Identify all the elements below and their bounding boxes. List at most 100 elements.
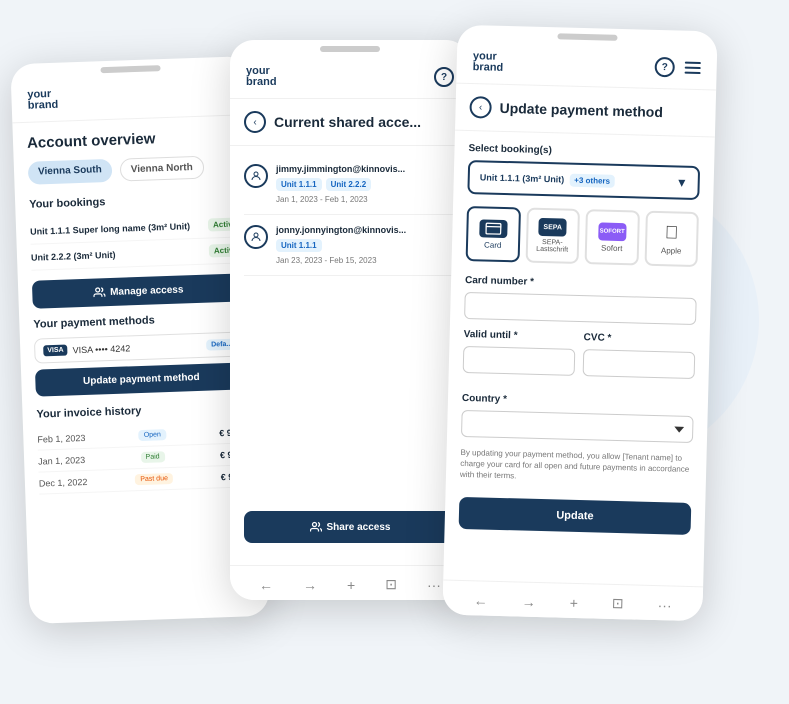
bookings-label: Your bookings xyxy=(29,191,241,210)
payment-option-sofort[interactable]: SOFORT Sofort xyxy=(585,209,640,265)
brand-logo: your brand xyxy=(27,89,58,112)
dropdown-chevron-icon: ▼ xyxy=(676,175,688,189)
card-label: Card xyxy=(484,240,502,249)
booking-select-dropdown[interactable]: Unit 1.1.1 (3m² Unit) +3 others ▼ xyxy=(467,160,700,200)
phone3-header: your brand ? xyxy=(456,37,717,91)
visa-icon: VISA xyxy=(43,345,68,357)
valid-until-label: Valid until * xyxy=(464,329,576,343)
access-units-1: Unit 1.1.1 Unit 2.2.2 xyxy=(276,178,456,191)
invoice-section: Your invoice history Feb 1, 2023 Open € … xyxy=(36,401,251,494)
card-svg xyxy=(485,222,501,234)
access-units-2: Unit 1.1.1 xyxy=(276,239,456,252)
location-tab-vienna-north[interactable]: Vienna North xyxy=(119,156,204,182)
manage-icon xyxy=(93,286,105,298)
payment-option-sepa[interactable]: SEPA SEPA-Lastschrift xyxy=(525,208,580,264)
brand-line2-2: brand xyxy=(246,77,277,88)
apple-icon:  xyxy=(665,222,679,243)
nav-more-3[interactable]: ··· xyxy=(657,597,671,613)
invoice-status-3: Past due xyxy=(135,473,173,485)
help-icon-3[interactable]: ? xyxy=(654,57,675,78)
nav-forward-3[interactable]: → xyxy=(522,593,536,609)
phone-update-payment: your brand ? ‹ Update payment method Se xyxy=(442,25,717,622)
share-access-button[interactable]: Share access xyxy=(244,511,456,543)
payment-methods-grid: Card SEPA SEPA-Lastschrift SOFORT Sofort xyxy=(466,206,699,267)
access-list: jimmy.jimmington@kinnovis... Unit 1.1.1 … xyxy=(230,146,470,284)
booking-name-1: Unit 1.1.1 Super long name (3m² Unit) xyxy=(30,220,208,236)
unit-tag-1-2: Unit 2.2.2 xyxy=(326,178,372,191)
access-info-1: jimmy.jimmington@kinnovis... Unit 1.1.1 … xyxy=(276,164,456,204)
nav-more-2[interactable]: ··· xyxy=(427,577,441,593)
brand-line2: brand xyxy=(28,100,59,112)
location-tab-vienna-south[interactable]: Vienna South xyxy=(28,159,112,185)
phone1-header: your brand xyxy=(11,68,252,123)
nav-add-3[interactable]: + xyxy=(570,594,579,610)
booking-name-2: Unit 2.2.2 (3m² Unit) xyxy=(31,246,209,262)
apple-label: Apple xyxy=(661,246,682,256)
payment-section: Your payment methods VISA VISA •••• 4242… xyxy=(33,311,248,396)
nav-tab-2[interactable]: ⊡ xyxy=(385,576,397,593)
nav-back-3[interactable]: ← xyxy=(474,592,488,608)
country-group: Country * xyxy=(461,393,694,443)
access-title: Current shared acce... xyxy=(274,114,421,130)
sepa-label: SEPA-Lastschrift xyxy=(531,239,573,254)
hamburger-menu[interactable] xyxy=(685,62,701,74)
visa-info: VISA VISA •••• 4242 xyxy=(43,342,130,356)
phone3-browser-nav: ← → + ⊡ ··· xyxy=(442,580,703,622)
avatar-icon-2 xyxy=(250,231,262,243)
manage-access-button[interactable]: Manage access xyxy=(32,273,245,308)
payment-option-apple[interactable]:  Apple xyxy=(644,211,699,267)
access-item-1: jimmy.jimmington@kinnovis... Unit 1.1.1 … xyxy=(244,154,456,215)
payment-methods-label: Your payment methods xyxy=(33,311,245,330)
others-badge: +3 others xyxy=(569,173,615,187)
country-select[interactable] xyxy=(461,410,694,443)
valid-until-input[interactable] xyxy=(463,346,576,376)
selected-booking-text: Unit 1.1.1 (3m² Unit) xyxy=(480,172,565,184)
payment-form: Select booking(s) Unit 1.1.1 (3m² Unit) … xyxy=(444,131,715,547)
avatar-icon-1 xyxy=(250,170,262,182)
access-email-1: jimmy.jimmington@kinnovis... xyxy=(276,164,456,174)
phone2-header-icons: ? xyxy=(434,67,454,87)
phone-shared-access: your brand ? ‹ Current shared acce... xyxy=(230,40,470,600)
card-number-input[interactable] xyxy=(464,292,697,325)
disclaimer-text: By updating your payment method, you all… xyxy=(460,447,693,487)
phone2-header: your brand ? xyxy=(230,52,470,99)
access-item-2: jonny.jonnyington@kinnovis... Unit 1.1.1… xyxy=(244,215,456,276)
invoice-date-2: Jan 1, 2023 xyxy=(38,454,85,466)
access-dates-1: Jan 1, 2023 - Feb 1, 2023 xyxy=(276,195,456,204)
valid-cvc-row: Valid until * CVC * xyxy=(462,329,695,389)
access-user-row-1: jimmy.jimmington@kinnovis... Unit 1.1.1 … xyxy=(244,164,456,204)
update-payment-button[interactable]: Update payment method xyxy=(35,362,248,396)
account-overview-title: Account overview xyxy=(27,127,239,151)
unit-tag-1-1: Unit 1.1.1 xyxy=(276,178,322,191)
update-main-button[interactable]: Update xyxy=(459,496,692,534)
share-access-label: Share access xyxy=(327,522,391,533)
hamburger-line-2 xyxy=(685,67,701,69)
brand-line2-3: brand xyxy=(473,62,504,74)
hamburger-line-3 xyxy=(685,72,701,74)
back-button-3[interactable]: ‹ xyxy=(469,96,492,119)
access-info-2: jonny.jonnyington@kinnovis... Unit 1.1.1… xyxy=(276,225,456,265)
cvc-input[interactable] xyxy=(583,349,696,379)
booking-select-inner: Unit 1.1.1 (3m² Unit) +3 others xyxy=(480,171,616,188)
user-avatar-1 xyxy=(244,164,268,188)
valid-until-group: Valid until * xyxy=(463,329,576,376)
unit-tag-2-1: Unit 1.1.1 xyxy=(276,239,322,252)
country-label: Country * xyxy=(462,393,694,410)
invoice-label: Your invoice history xyxy=(36,401,248,420)
nav-add-2[interactable]: + xyxy=(347,577,355,593)
nav-forward-2[interactable]: → xyxy=(303,577,317,593)
phone3-content-wrapper: ‹ Update payment method Select booking(s… xyxy=(442,84,716,622)
manage-access-label: Manage access xyxy=(110,284,184,298)
hamburger-line-1 xyxy=(685,62,701,64)
invoice-status-1: Open xyxy=(139,429,166,441)
access-header: ‹ Current shared acce... xyxy=(230,99,470,146)
payment-option-card[interactable]: Card xyxy=(466,206,521,262)
visa-row: VISA VISA •••• 4242 Defa... xyxy=(34,331,247,363)
back-button-2[interactable]: ‹ xyxy=(244,111,266,133)
nav-tab-3[interactable]: ⊡ xyxy=(612,595,624,612)
invoice-status-2: Paid xyxy=(140,451,164,463)
help-icon-2[interactable]: ? xyxy=(434,67,454,87)
access-email-2: jonny.jonnyington@kinnovis... xyxy=(276,225,456,235)
nav-back-2[interactable]: ← xyxy=(259,577,273,593)
invoice-date-3: Dec 1, 2022 xyxy=(39,476,88,488)
